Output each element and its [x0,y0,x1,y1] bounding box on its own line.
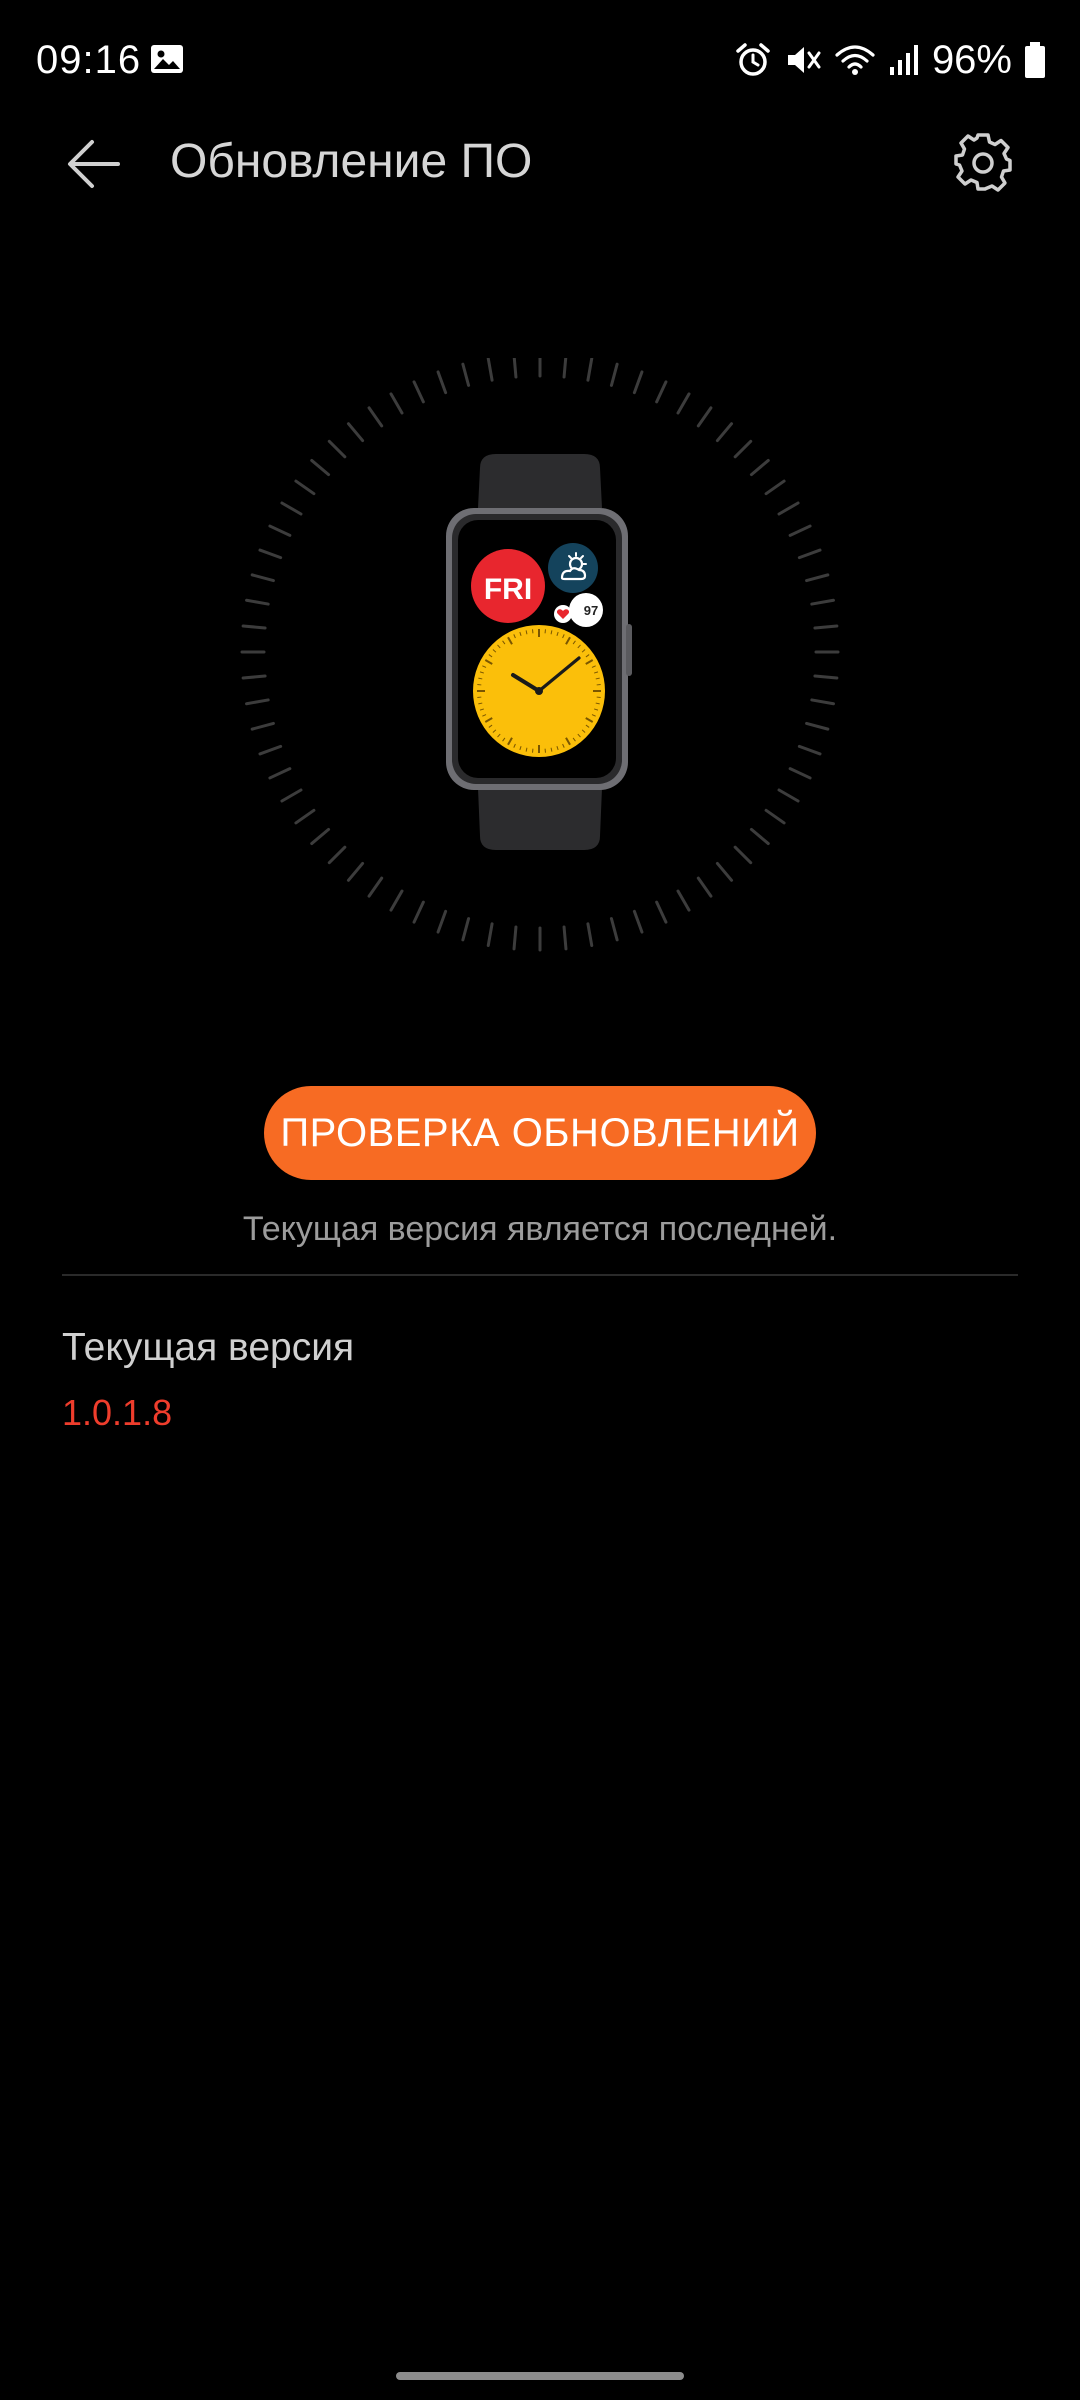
divider [62,1274,1018,1276]
status-time: 09:16 [36,38,142,82]
ring-tick [389,392,404,415]
watch-day-label: FRI [484,573,532,606]
ring-tick [436,370,448,395]
ring-tick [764,479,786,496]
ring-tick [389,889,404,912]
ring-tick [788,767,812,780]
check-updates-button[interactable]: ПРОВЕРКА ОБНОВЛЕНИЙ [264,1086,816,1180]
ring-tick [696,406,713,428]
app-bar: Обновление ПО [0,120,1080,206]
page-title: Обновление ПО [170,135,533,188]
ring-tick [715,422,734,443]
ring-tick [241,674,267,680]
device-graphic: FRI 97 [240,352,840,952]
ring-tick [797,548,822,560]
battery-percent: 96% [931,37,1012,82]
status-icons: 96% [734,38,1046,82]
ring-tick [586,357,594,382]
update-status-message: Текущая версия является последней. [242,1210,838,1248]
ring-tick [486,922,494,947]
ring-tick [250,573,275,583]
ring-tick [696,876,713,898]
home-indicator[interactable] [396,2372,684,2380]
wifi-icon [835,45,875,75]
ring-tick [486,357,494,382]
ring-tick [512,925,518,951]
ring-tick [461,917,471,942]
status-bar: 09:16 96% [0,0,1080,120]
ring-tick [655,380,668,404]
ring-tick [655,900,668,924]
ring-tick [805,721,830,731]
ring-tick [461,362,471,387]
ring-tick [268,524,292,537]
ring-tick [805,573,830,583]
signal-icon [889,45,918,75]
gear-icon [954,133,1012,192]
ring-tick [749,827,770,846]
ring-tick [367,406,384,428]
ring-tick [310,458,331,477]
ring-tick [764,808,786,825]
ring-tick [280,788,303,803]
battery-icon [1025,42,1045,78]
ring-tick [810,698,835,706]
ring-tick [367,876,384,898]
ring-tick [676,889,691,912]
ring-tick [327,845,347,865]
ring-tick [245,598,270,606]
ring-tick [310,827,331,846]
current-version-label: Текущая версия [62,1326,355,1369]
ring-tick [512,353,518,379]
ring-tick [733,845,753,865]
ring-tick [280,501,303,516]
ring-tick [632,909,644,934]
ring-tick [562,925,568,951]
ring-tick [777,501,800,516]
ring-tick [749,458,770,477]
ring-tick [250,721,275,731]
ring-tick [733,439,753,459]
ring-tick [258,744,283,756]
ring-tick [777,788,800,803]
ring-tick [241,624,267,630]
ring-tick [245,698,270,706]
ring-tick [294,808,316,825]
gallery-icon [151,45,183,73]
ring-tick [632,370,644,395]
ring-tick [788,524,812,537]
arrow-left-icon [68,140,120,188]
device-illustration: FRI 97 [240,352,840,958]
ring-tick [813,674,839,680]
ring-tick [327,439,347,459]
current-version-value: 1.0.1.8 [62,1392,173,1433]
alarm-icon [736,43,770,76]
ring-tick [797,744,822,756]
ring-tick [258,548,283,560]
ring-tick [609,917,619,942]
ring-tick [268,767,292,780]
back-button[interactable] [58,128,130,200]
mute-icon [787,47,821,73]
ring-tick [346,422,365,443]
ring-tick [412,380,425,404]
ring-tick [346,861,365,882]
ring-tick [586,922,594,947]
ring-tick [715,861,734,882]
ring-tick [294,479,316,496]
ring-tick [810,598,835,606]
ring-tick [676,392,691,415]
heart-rate-value: 97 [584,603,598,618]
settings-button[interactable] [948,128,1018,198]
ring-tick [562,353,568,379]
ring-tick [436,909,448,934]
ring-tick [609,362,619,387]
ring-tick [813,624,839,630]
ring-tick [412,900,425,924]
